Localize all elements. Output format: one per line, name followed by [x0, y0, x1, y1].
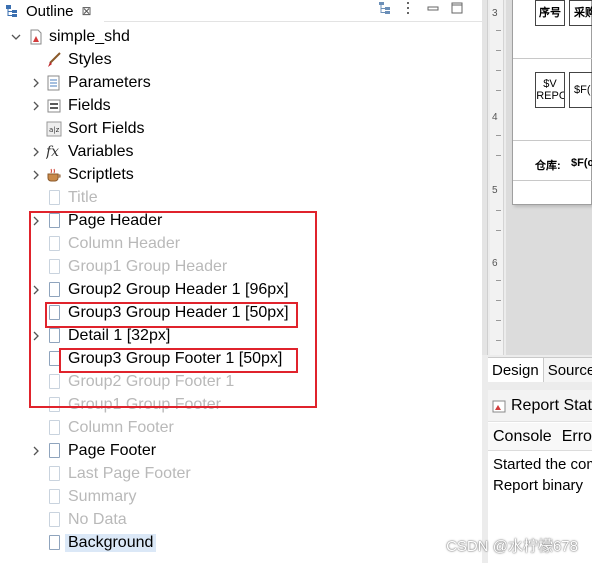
page-icon	[49, 466, 60, 481]
console-subtabs: Console Errors	[488, 423, 592, 451]
ruler-tick	[496, 50, 501, 51]
watermark: CSDN @水柠檬678	[446, 538, 578, 555]
chevron-right-icon[interactable]	[30, 100, 42, 112]
brush-icon	[46, 52, 62, 68]
header-cell[interactable]: 序号	[535, 0, 565, 26]
outline-panel: Outline ⊠ simple_shd Styles Parameters F…	[0, 0, 482, 563]
ruler-tick	[496, 340, 501, 341]
editor-tabs: Design Source	[488, 357, 592, 382]
annotation-box-group-header	[45, 302, 298, 328]
svg-text:a|z: a|z	[49, 126, 60, 134]
ruler-tick	[496, 280, 501, 281]
chevron-down-icon[interactable]	[10, 31, 22, 43]
page-icon	[49, 535, 60, 550]
ruler-tick	[496, 135, 501, 136]
page-icon	[49, 489, 60, 504]
ruler-tick	[496, 90, 501, 91]
ruler-label: 3	[492, 8, 498, 19]
maximize-icon[interactable]	[450, 1, 464, 15]
page-icon	[49, 443, 60, 458]
chevron-right-icon[interactable]	[30, 445, 42, 457]
page-icon	[49, 420, 60, 435]
annotation-box-group-footer	[59, 348, 298, 373]
report-file-icon	[28, 29, 44, 45]
outline-toolbar	[378, 1, 464, 15]
tree-item-label: Last Page Footer	[68, 465, 191, 482]
ruler-tick	[496, 210, 501, 211]
chevron-right-icon[interactable]	[30, 146, 42, 158]
tab-errors[interactable]: Errors	[562, 428, 592, 446]
ruler-tick	[496, 30, 501, 31]
ruler-label: 4	[492, 112, 498, 123]
tree-item-label: Fields	[68, 97, 111, 114]
svg-text:fx: fx	[46, 144, 59, 159]
report-state-tab[interactable]: Report State	[488, 390, 592, 422]
tree-item-label: Parameters	[68, 74, 151, 91]
fields-icon	[46, 98, 62, 114]
page-icon	[49, 190, 60, 205]
detail-cell[interactable]: $F(	[569, 72, 592, 108]
outline-tab-label: Outline	[26, 2, 74, 20]
footer-label[interactable]: 仓库:	[535, 157, 561, 173]
ruler-tick	[496, 230, 501, 231]
chevron-right-icon[interactable]	[30, 77, 42, 89]
footer-value[interactable]: $F(c	[571, 157, 592, 169]
detail-cell[interactable]: $V (REPO	[535, 72, 565, 108]
band-separator	[513, 180, 592, 181]
menu-icon[interactable]	[402, 1, 416, 15]
tab-source[interactable]: Source	[544, 358, 592, 382]
page-icon	[49, 512, 60, 527]
tree-item-label: Sort Fields	[68, 120, 145, 137]
report-page[interactable]: 序号 采购 $V (REPO $F( 仓库: $F(c	[512, 0, 592, 205]
header-cell[interactable]: 采购	[569, 0, 592, 26]
ruler-label: 6	[492, 258, 498, 269]
console-line: Report binary	[493, 477, 584, 494]
vertical-ruler: 3 4 5 6	[490, 0, 504, 355]
tab-console[interactable]: Console	[493, 428, 552, 446]
tree-item-label: Background	[65, 534, 157, 552]
outline-tab[interactable]: Outline ⊠	[0, 0, 104, 22]
design-area: 3 4 5 6 序号 采购 $V (REPO $F( 仓库: $F(c Desi…	[482, 0, 592, 563]
outline-icon	[6, 4, 20, 18]
ruler-tick	[496, 155, 501, 156]
coffee-cup-icon	[46, 167, 62, 183]
sash[interactable]	[482, 0, 488, 355]
console-line: Started the compilation	[493, 456, 592, 473]
tree-item-label: Title	[68, 189, 98, 206]
ruler-label: 5	[492, 185, 498, 196]
tree-view-icon[interactable]	[378, 1, 392, 15]
ruler-tick	[496, 320, 501, 321]
report-state-title: Report State	[511, 396, 592, 414]
band-separator	[513, 140, 592, 141]
minimize-icon[interactable]	[426, 1, 440, 15]
parameters-icon	[46, 75, 62, 91]
tab-design[interactable]: Design	[488, 358, 544, 382]
tree-item-label: Variables	[68, 143, 134, 160]
console-output: Started the compilation Report binary	[488, 454, 592, 496]
fx-icon: fx	[45, 143, 62, 160]
tree-item-label: Summary	[68, 488, 137, 505]
tree-item-label: Column Footer	[68, 419, 174, 436]
ruler-tick	[496, 300, 501, 301]
chevron-right-icon[interactable]	[30, 169, 42, 181]
tree-item-label: No Data	[68, 511, 127, 528]
close-icon[interactable]: ⊠	[82, 4, 92, 18]
sort-fields-icon: a|z	[46, 121, 62, 137]
design-canvas[interactable]: 序号 采购 $V (REPO $F( 仓库: $F(c	[506, 0, 592, 355]
tree-item-label: Page Footer	[68, 442, 157, 459]
tree-root-label: simple_shd	[49, 28, 130, 45]
tab-divider	[104, 21, 482, 22]
ruler-tick	[496, 70, 501, 71]
band-separator	[513, 58, 592, 59]
tree-item-label: Styles	[68, 51, 112, 68]
report-state-icon	[492, 399, 506, 413]
tree-item-label: Scriptlets	[68, 166, 134, 183]
